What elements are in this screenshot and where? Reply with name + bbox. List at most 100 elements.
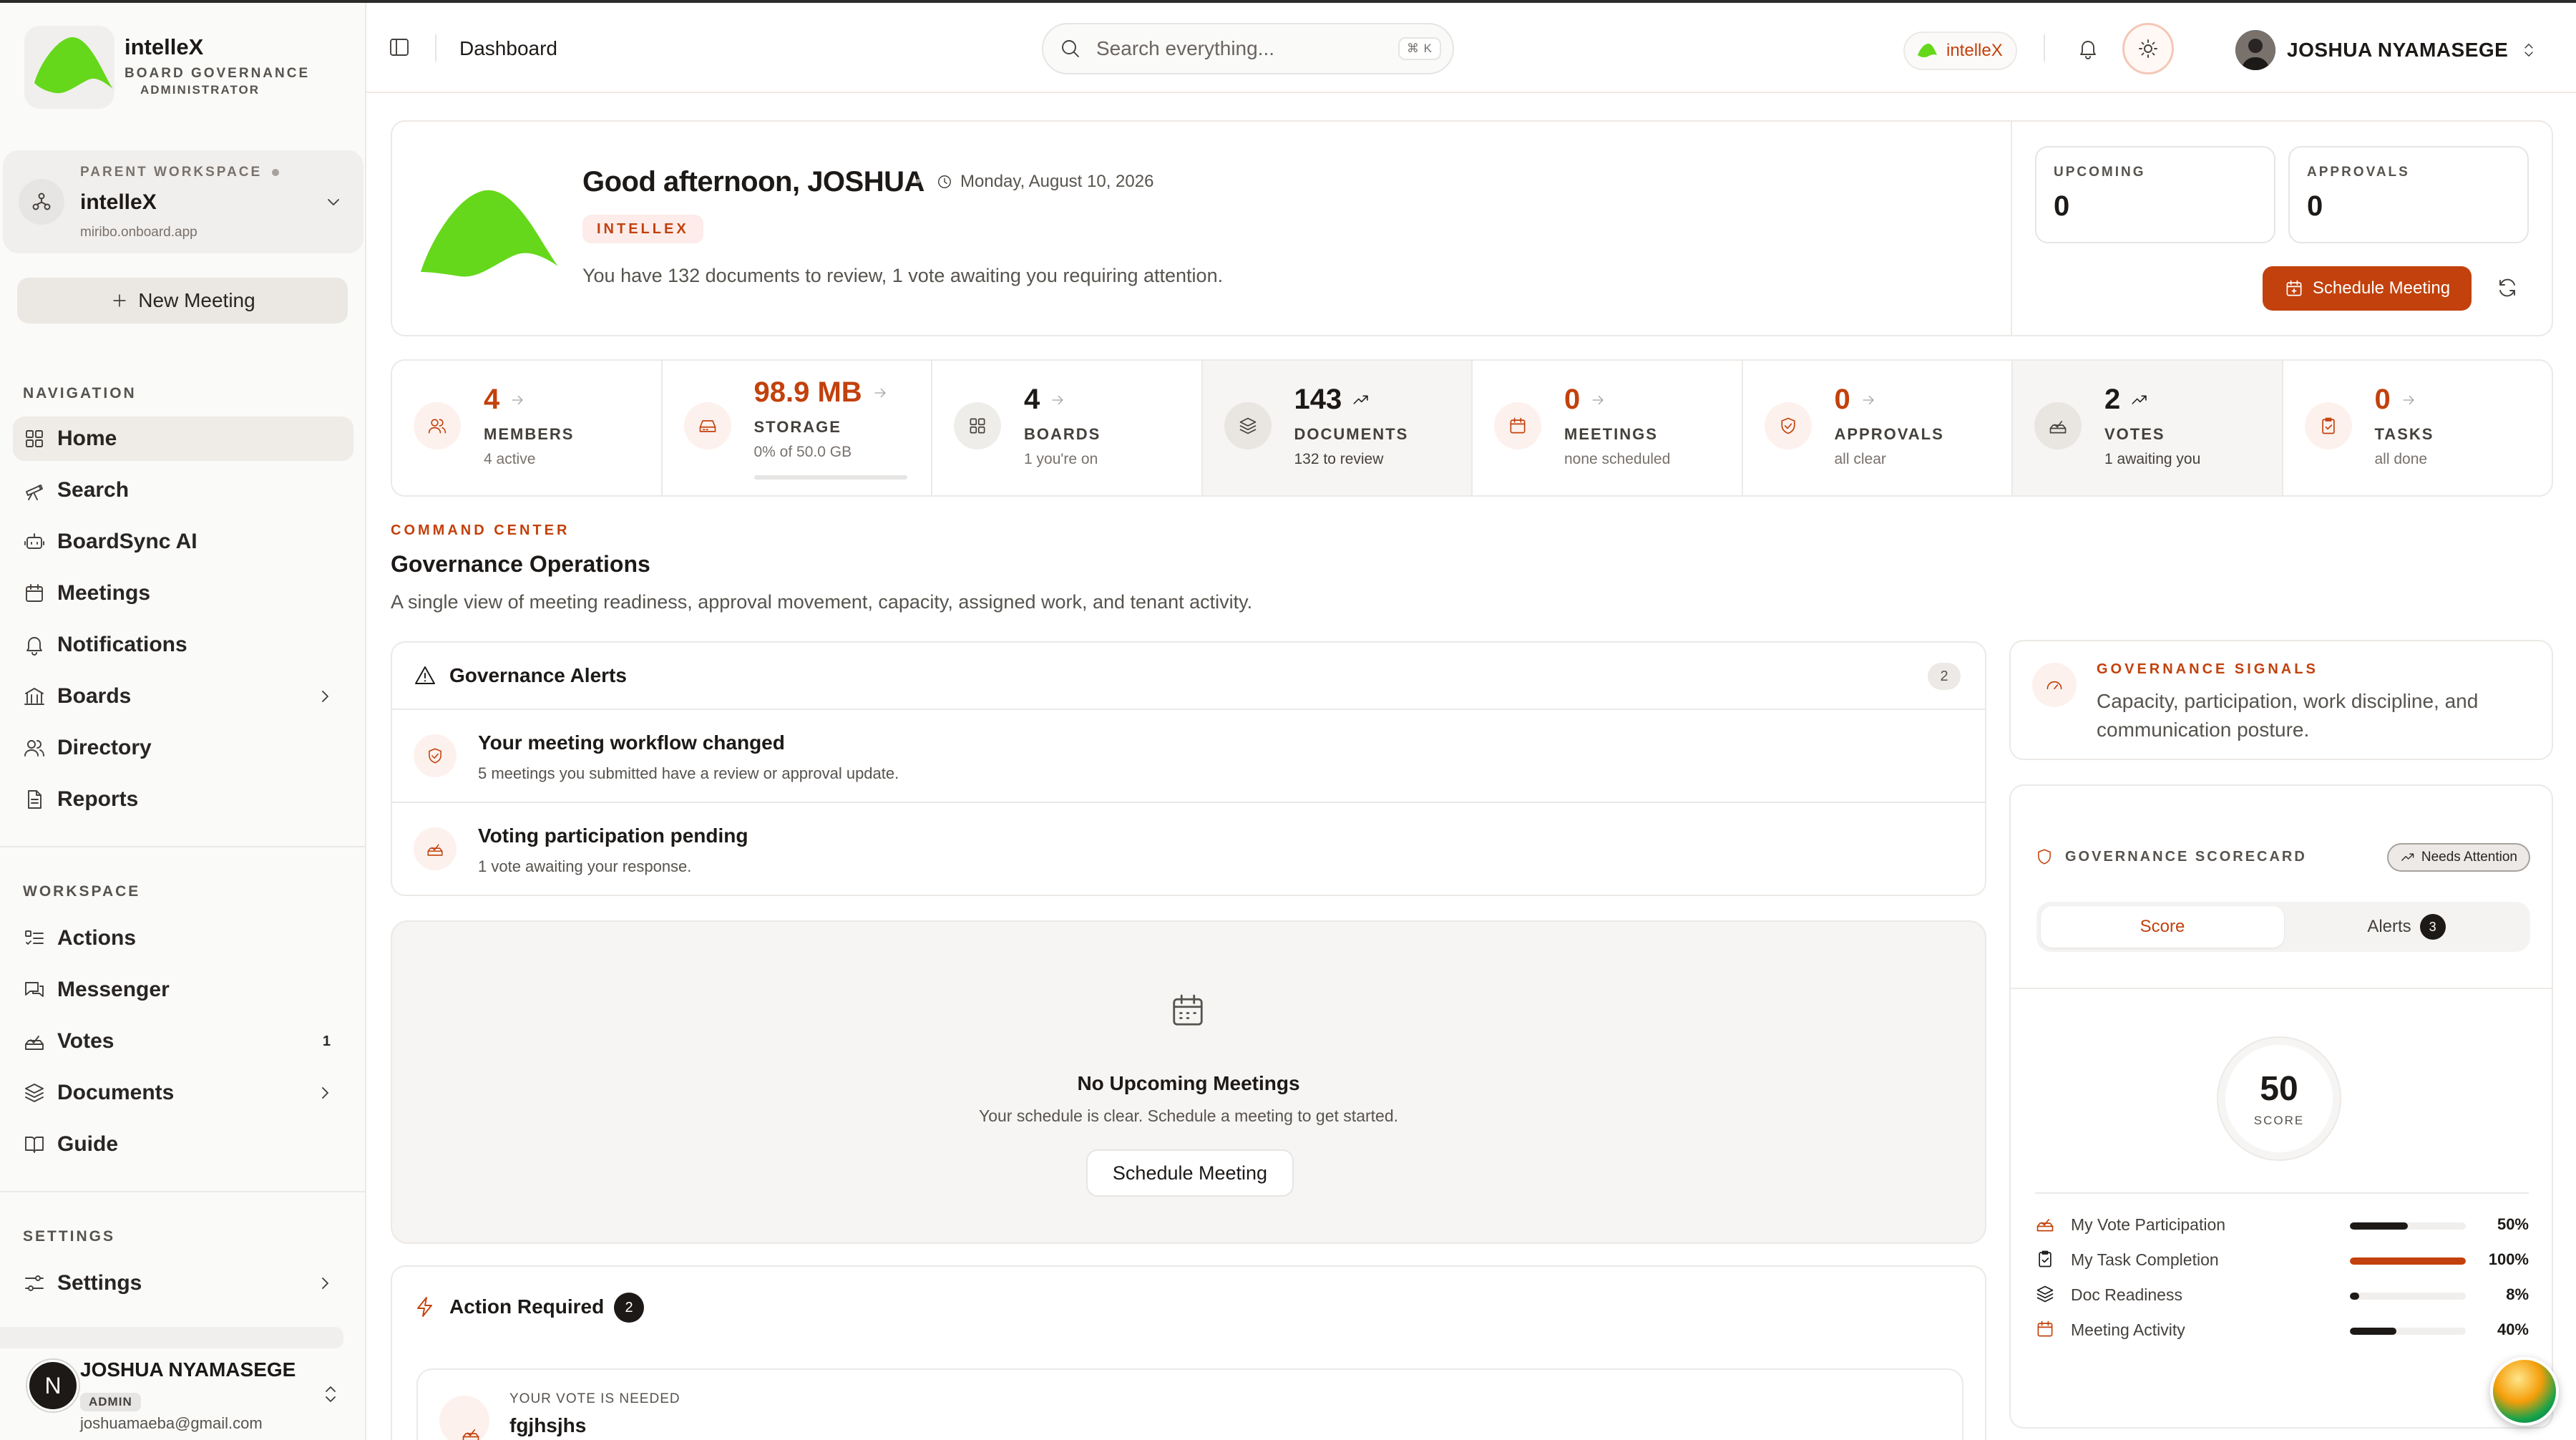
sidebar-item-label: Meetings [57, 581, 151, 605]
sidebar-item-meetings[interactable]: Meetings [13, 571, 353, 616]
theme-toggle-button[interactable] [2122, 23, 2174, 74]
warning-triangle-icon [415, 666, 435, 684]
schedule-meeting-button[interactable]: Schedule Meeting [2263, 266, 2472, 311]
sidebar-item-boardsync-ai[interactable]: BoardSync AI [13, 520, 353, 564]
refresh-icon[interactable] [2496, 276, 2519, 299]
storage-progress [753, 475, 907, 480]
sidebar-item-settings[interactable]: Settings [13, 1261, 353, 1305]
schedule-meeting-button[interactable]: Schedule Meeting [1086, 1149, 1294, 1197]
scorecard-tabs: Score Alerts 3 [2036, 902, 2530, 952]
sidebar-item-label: BoardSync AI [57, 530, 197, 553]
sidebar-item-label: Guide [57, 1132, 119, 1156]
sidebar-item-messenger[interactable]: Messenger [13, 968, 353, 1012]
stat-approvals[interactable]: 0 APPROVALS all clear [1742, 361, 2013, 495]
clock-icon [938, 175, 951, 188]
alerts-count-badge: 2 [1928, 663, 1961, 690]
sidebar: intelleX BOARD GOVERNANCE ADMINISTRATOR … [0, 3, 366, 1440]
brand-logo-large [421, 190, 558, 277]
search-input[interactable] [1096, 37, 1382, 60]
chevron-down-icon [328, 199, 339, 205]
brand[interactable]: intelleX BOARD GOVERNANCE [24, 23, 310, 112]
sidebar-item-votes[interactable]: Votes 1 [13, 1019, 353, 1064]
sidebar-toggle-icon[interactable] [388, 36, 411, 59]
upcoming-counter[interactable]: UPCOMING 0 [2035, 146, 2275, 243]
sidebar-item-label: Actions [57, 926, 137, 950]
hard-drive-icon [699, 420, 716, 432]
stat-storage[interactable]: 98.9 MB STORAGE 0% of 50.0 GB [662, 361, 932, 495]
stat-documents[interactable]: 143 DOCUMENTS 132 to review [1202, 361, 1473, 495]
workspace-switcher[interactable]: PARENT WORKSPACE intelleX miribo.onboard… [3, 150, 364, 253]
bell-icon[interactable] [2077, 37, 2099, 60]
stat-members[interactable]: 4 MEMBERS 4 active [392, 361, 663, 495]
sidebar-item-reports[interactable]: Reports [13, 777, 353, 822]
empty-description: Your schedule is clear. Schedule a meeti… [978, 1106, 1399, 1125]
stat-boards[interactable]: 4 BOARDS 1 you're on [932, 361, 1203, 495]
user-menu[interactable]: N JOSHUA NYAMASEGE ADMIN joshuamaeba@gma… [0, 1328, 366, 1440]
clipboard-check-icon [2321, 417, 2335, 434]
clipboard-check-icon [2039, 1250, 2051, 1268]
trending-up-icon [1353, 395, 1368, 404]
user-email: joshuamaeba@gmail.com [80, 1414, 263, 1432]
assistant-launcher-button[interactable] [2490, 1357, 2559, 1426]
section-title: Governance Operations [391, 551, 650, 577]
trending-up-icon [2132, 395, 2147, 404]
layers-icon [2036, 1285, 2054, 1303]
current-date: Monday, August 10, 2026 [936, 172, 1153, 192]
action-required-title: Action Required [449, 1295, 605, 1318]
tab-alerts[interactable]: Alerts 3 [2287, 906, 2526, 948]
calendar-icon [2037, 1320, 2053, 1337]
metric-row: My Task Completion 100% [2035, 1246, 2529, 1275]
sidebar-item-guide[interactable]: Guide [13, 1122, 353, 1167]
new-meeting-label: New Meeting [138, 289, 255, 311]
arrow-right-icon [1592, 395, 1604, 404]
sidebar-item-home[interactable]: Home [13, 417, 353, 461]
arrow-right-icon [1052, 395, 1063, 404]
calendar-icon [26, 584, 43, 602]
sidebar-item-label: Messenger [57, 978, 170, 1001]
sidebar-item-actions[interactable]: Actions [13, 916, 353, 960]
user-role-label: ADMINISTRATOR [140, 83, 260, 97]
sidebar-item-label: Directory [57, 736, 152, 759]
stat-meetings[interactable]: 0 MEETINGS none scheduled [1473, 361, 1743, 495]
workspace-label: PARENT WORKSPACE [80, 165, 280, 180]
shield-check-icon [429, 748, 441, 764]
vote-icon [2036, 1219, 2054, 1232]
stat-tasks[interactable]: 0 TASKS all done [2283, 361, 2552, 495]
workspace-icon [19, 179, 64, 225]
telescope-icon [26, 485, 43, 500]
alerts-tab-count: 3 [2419, 914, 2446, 940]
stat-votes[interactable]: 2 VOTES 1 awaiting you [2013, 361, 2283, 495]
sidebar-item-boards[interactable]: Boards [13, 674, 353, 719]
workspace-name: intelleX [80, 190, 157, 214]
new-meeting-button[interactable]: New Meeting [17, 278, 348, 323]
signals-eyebrow: GOVERNANCE SIGNALS [2097, 661, 2318, 677]
user-menu-top[interactable]: JOSHUA NYAMASEGE [2235, 30, 2538, 70]
action-item[interactable]: YOUR VOTE IS NEEDED fgjhsjhs [416, 1368, 1963, 1440]
tab-score[interactable]: Score [2041, 906, 2284, 948]
search-icon [1062, 40, 1079, 57]
calendar-icon [1173, 994, 1203, 1026]
sidebar-item-documents[interactable]: Documents [13, 1071, 353, 1115]
approvals-counter[interactable]: APPROVALS 0 [2288, 146, 2529, 243]
search-bar[interactable]: ⌘ K [1042, 23, 1454, 74]
sidebar-item-label: Boards [57, 684, 132, 708]
tenant-pill[interactable]: intelleX [1903, 31, 2017, 70]
alert-item[interactable]: Your meeting workflow changed 5 meetings… [392, 711, 1985, 803]
sidebar-item-directory[interactable]: Directory [13, 726, 353, 770]
welcome-card: Good afternoon, JOSHUA Monday, August 10… [391, 120, 2553, 336]
score-label: SCORE [2253, 1114, 2305, 1127]
chevron-right-icon [322, 691, 328, 702]
sidebar-item-search[interactable]: Search [13, 468, 353, 512]
alert-item[interactable]: Voting participation pending 1 vote awai… [392, 804, 1985, 896]
sidebar-item-notifications[interactable]: Notifications [13, 623, 353, 667]
shield-check-icon [1780, 417, 1795, 434]
nav-section-label: NAVIGATION [23, 385, 137, 402]
brand-logo [24, 26, 114, 109]
book-icon [25, 1137, 44, 1153]
list-todo-icon [25, 930, 44, 945]
stats-strip: 4 MEMBERS 4 active 98.9 MB STORAGE 0% of… [391, 359, 2553, 497]
tenant-name: intelleX [1946, 41, 2003, 60]
user-name: JOSHUA NYAMASEGE [2287, 39, 2509, 61]
empty-title: No Upcoming Meetings [1077, 1072, 1300, 1094]
calendar-plus-icon [2286, 280, 2302, 296]
